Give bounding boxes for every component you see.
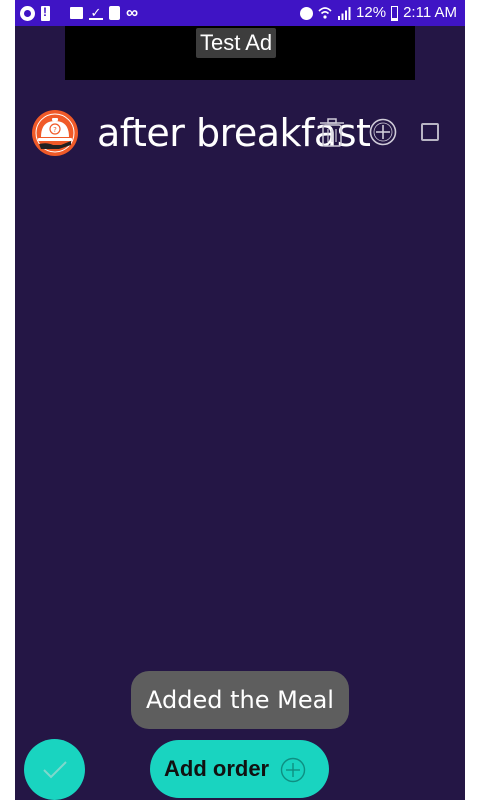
toast-message: Added the Meal bbox=[131, 671, 349, 729]
check-icon bbox=[43, 761, 67, 779]
signal-icon bbox=[338, 6, 351, 20]
notification-icons: ✓ ∞ bbox=[20, 4, 138, 22]
ad-label: Test Ad bbox=[196, 28, 277, 58]
meal-row[interactable]: ? after breakfast bbox=[15, 106, 465, 160]
confirm-button[interactable] bbox=[24, 739, 85, 800]
meal-checkbox[interactable] bbox=[421, 123, 439, 141]
status-bar: ✓ ∞ 12% 2:11 AM bbox=[15, 0, 465, 26]
infinity-icon: ∞ bbox=[126, 3, 139, 22]
meal-logo-icon: ? bbox=[32, 110, 78, 156]
image-icon bbox=[70, 7, 83, 19]
system-icons: 12% 2:11 AM bbox=[300, 3, 457, 23]
trash-icon[interactable] bbox=[318, 118, 346, 148]
ad-banner[interactable]: Test Ad bbox=[65, 26, 415, 80]
battery-alert-icon bbox=[41, 5, 50, 21]
battery-icon bbox=[391, 5, 399, 21]
download-done-icon: ✓ bbox=[89, 5, 103, 20]
add-circle-icon[interactable] bbox=[369, 118, 397, 146]
alarm-icon bbox=[300, 6, 314, 20]
add-order-label: Add order bbox=[164, 756, 270, 781]
app-screen: ✓ ∞ 12% 2:11 AM Test Ad bbox=[15, 0, 465, 800]
wifi-icon bbox=[318, 7, 332, 19]
add-order-button[interactable]: Add order bbox=[150, 740, 329, 798]
add-circle-icon bbox=[280, 757, 306, 783]
clock: 2:11 AM bbox=[403, 4, 457, 21]
whatsapp-icon bbox=[20, 5, 35, 21]
sim-icon bbox=[109, 6, 120, 20]
battery-percent: 12% bbox=[356, 4, 387, 21]
svg-text:?: ? bbox=[53, 126, 57, 134]
